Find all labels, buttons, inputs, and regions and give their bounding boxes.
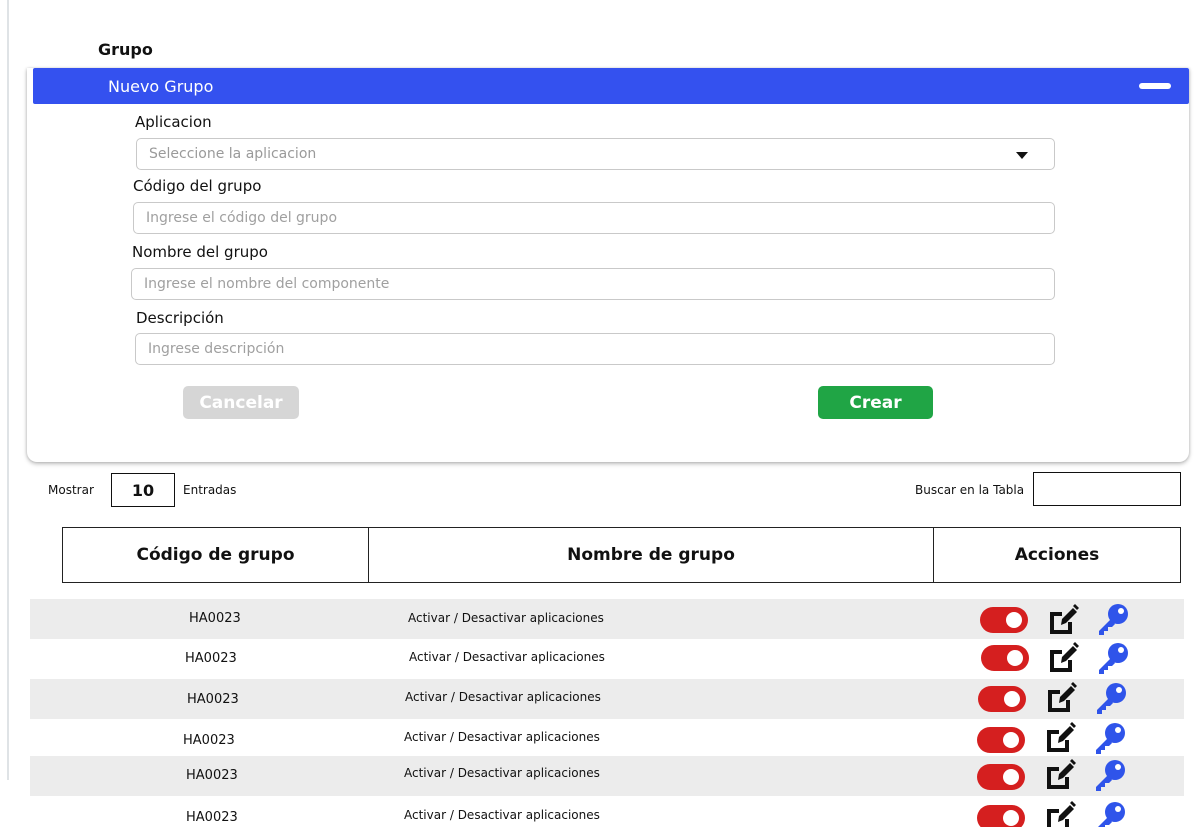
descripcion-label: Descripción — [136, 309, 224, 327]
search-input[interactable] — [1033, 472, 1181, 506]
entries-label: Entradas — [183, 483, 237, 497]
aplicacion-select[interactable]: Seleccione la aplicacion — [136, 138, 1055, 170]
header-codigo[interactable]: Código de grupo — [62, 527, 369, 583]
header-nombre[interactable]: Nombre de grupo — [368, 527, 934, 583]
nombre-label: Nombre del grupo — [132, 243, 268, 261]
cell-code: HA0023 — [186, 810, 238, 825]
toggle-on-icon[interactable] — [980, 607, 1028, 633]
key-icon[interactable] — [1096, 602, 1130, 636]
panel-title: Nuevo Grupo — [108, 77, 214, 96]
edit-icon[interactable] — [1046, 603, 1080, 637]
cell-name: Activar / Desactivar aplicaciones — [404, 808, 600, 822]
edit-icon[interactable] — [1043, 800, 1077, 827]
toggle-on-icon[interactable] — [977, 764, 1025, 790]
codigo-label: Código del grupo — [133, 177, 262, 195]
key-icon[interactable] — [1093, 758, 1127, 792]
key-icon[interactable] — [1093, 721, 1127, 755]
page-title: Grupo — [98, 40, 153, 59]
table-row: HA0023 Activar / Desactivar aplicaciones — [30, 599, 1184, 639]
table-row: HA0023 Activar / Desactivar aplicaciones — [30, 679, 1184, 719]
edit-icon[interactable] — [1044, 681, 1078, 715]
cell-code: HA0023 — [183, 733, 235, 748]
minus-icon[interactable] — [1139, 83, 1171, 89]
cell-name: Activar / Desactivar aplicaciones — [408, 611, 604, 625]
search-label: Buscar en la Tabla — [915, 483, 1025, 497]
cell-name: Activar / Desactivar aplicaciones — [404, 766, 600, 780]
toggle-on-icon[interactable] — [981, 645, 1029, 671]
table-row: HA0023 Activar / Desactivar aplicaciones — [30, 639, 1184, 679]
page-length-select[interactable]: 10 — [111, 473, 175, 507]
header-acciones: Acciones — [933, 527, 1181, 583]
cell-name: Activar / Desactivar aplicaciones — [409, 650, 605, 664]
key-icon[interactable] — [1093, 800, 1127, 827]
left-border — [7, 0, 9, 780]
caret-down-icon — [1016, 152, 1028, 159]
edit-icon[interactable] — [1046, 641, 1080, 675]
toggle-on-icon[interactable] — [977, 805, 1025, 827]
aplicacion-select-placeholder: Seleccione la aplicacion — [149, 146, 317, 162]
edit-icon[interactable] — [1043, 721, 1077, 755]
cancel-button[interactable]: Cancelar — [183, 386, 299, 419]
edit-icon[interactable] — [1043, 758, 1077, 792]
show-label: Mostrar — [48, 483, 94, 497]
cell-code: HA0023 — [189, 611, 241, 626]
cell-name: Activar / Desactivar aplicaciones — [404, 730, 600, 744]
nombre-input[interactable] — [131, 268, 1055, 300]
new-group-panel: Nuevo Grupo Aplicacion Seleccione la apl… — [27, 68, 1189, 462]
table-row: HA0023 Activar / Desactivar aplicaciones — [30, 719, 1184, 759]
aplicacion-label: Aplicacion — [135, 113, 212, 131]
toggle-on-icon[interactable] — [977, 727, 1025, 753]
key-icon[interactable] — [1094, 681, 1128, 715]
table-row: HA0023 Activar / Desactivar aplicaciones — [30, 756, 1184, 796]
table-row: HA0023 Activar / Desactivar aplicaciones — [30, 796, 1184, 827]
cell-name: Activar / Desactivar aplicaciones — [405, 690, 601, 704]
key-icon[interactable] — [1096, 641, 1130, 675]
cell-code: HA0023 — [187, 692, 239, 707]
toggle-on-icon[interactable] — [978, 686, 1026, 712]
panel-header[interactable]: Nuevo Grupo — [33, 68, 1189, 104]
descripcion-input[interactable] — [135, 333, 1055, 365]
create-button[interactable]: Crear — [818, 386, 933, 419]
cell-code: HA0023 — [186, 768, 238, 783]
codigo-input[interactable] — [133, 202, 1055, 234]
cell-code: HA0023 — [185, 651, 237, 666]
